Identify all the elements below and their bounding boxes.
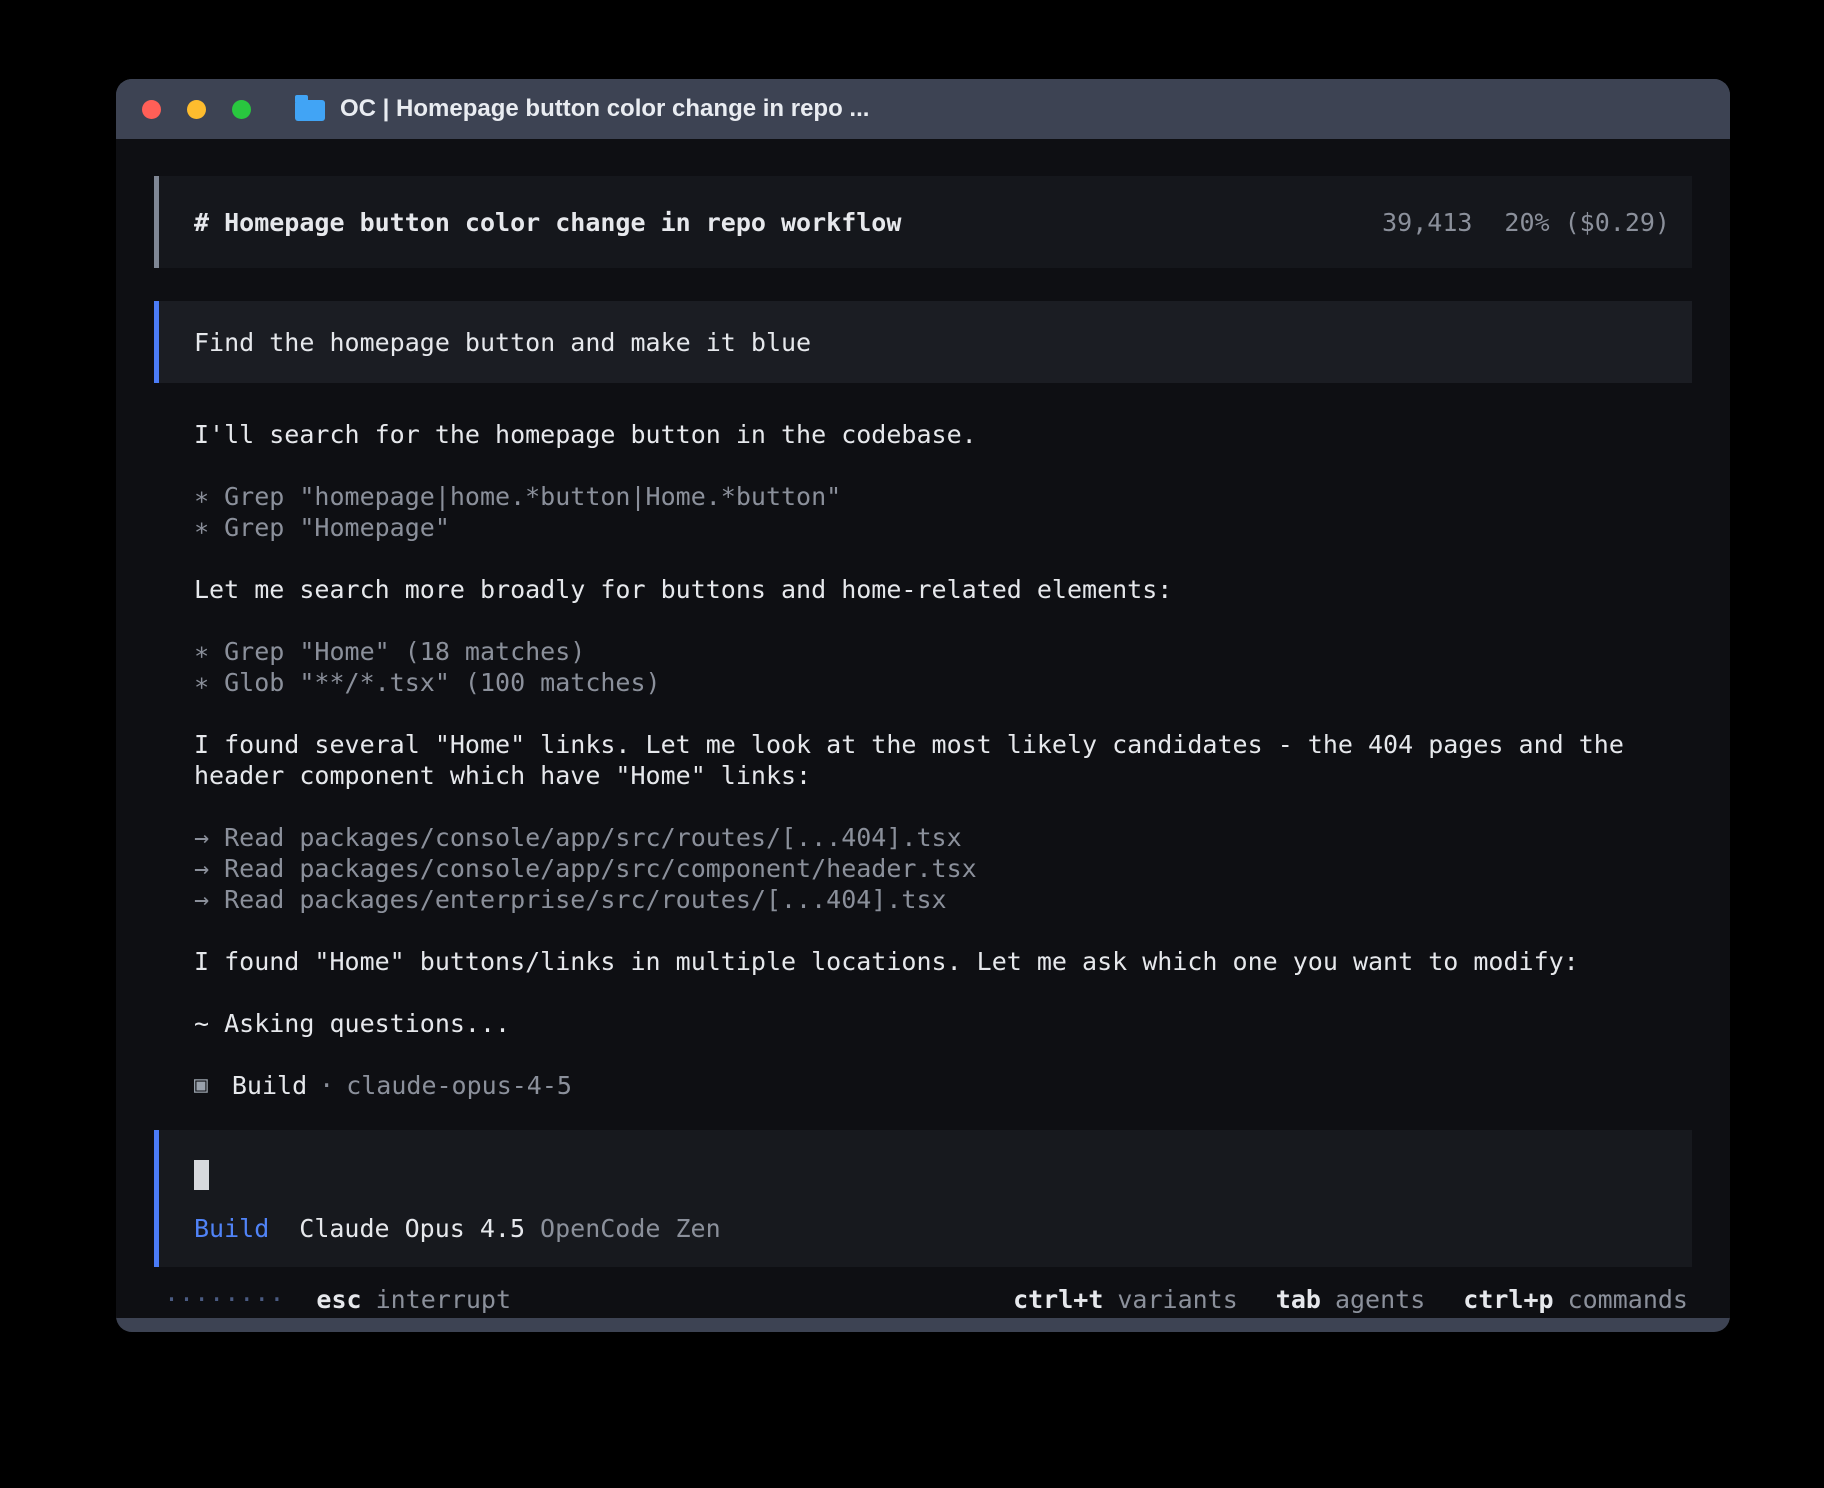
user-message: Find the homepage button and make it blu…: [154, 301, 1692, 383]
status-right: ctrl+t variants tab agents ctrl+p comman…: [1013, 1285, 1688, 1314]
status-bar: ········ esc interrupt ctrl+t variants t…: [154, 1285, 1692, 1314]
minimize-button[interactable]: [187, 100, 206, 119]
session-stats: 39,413 20% ($0.29): [1382, 208, 1670, 237]
shortcut-variants: ctrl+t variants: [1013, 1285, 1238, 1314]
text-cursor: [194, 1160, 209, 1190]
folder-icon: [295, 100, 325, 121]
shortcut-key: ctrl+p: [1463, 1285, 1553, 1314]
agent-mode-label[interactable]: Build: [194, 1214, 269, 1243]
tool-call-glob: ∗ Glob "**/*.tsx" (100 matches): [194, 667, 1652, 698]
model-name: Claude Opus 4.5: [299, 1214, 525, 1243]
tool-call-read: → Read packages/console/app/src/routes/[…: [194, 822, 1652, 853]
tool-call-read: → Read packages/console/app/src/componen…: [194, 853, 1652, 884]
blank-line: [194, 977, 1652, 1008]
assistant-text: I'll search for the homepage button in t…: [194, 419, 1652, 450]
token-count: 39,413: [1382, 208, 1472, 237]
session-header: # Homepage button color change in repo w…: [154, 176, 1692, 268]
shortcut-label: agents: [1335, 1285, 1425, 1314]
composer-info: Build Claude Opus 4.5 OpenCode Zen: [194, 1214, 1657, 1243]
terminal-window: OC | Homepage button color change in rep…: [116, 79, 1730, 1332]
blank-line: [194, 915, 1652, 946]
blank-line: [194, 543, 1652, 574]
esc-key-hint: esc: [316, 1285, 361, 1314]
shortcut-commands: ctrl+p commands: [1463, 1285, 1688, 1314]
shortcut-label: variants: [1117, 1285, 1237, 1314]
agent-model: claude-opus-4-5: [346, 1070, 572, 1101]
shortcut-key: tab: [1276, 1285, 1321, 1314]
session-title: # Homepage button color change in repo w…: [194, 208, 901, 237]
user-message-text: Find the homepage button and make it blu…: [194, 328, 811, 357]
tool-call-grep: ∗ Grep "Home" (18 matches): [194, 636, 1652, 667]
activity-status: ~ Asking questions...: [194, 1008, 1652, 1039]
close-button[interactable]: [142, 100, 161, 119]
prompt-input[interactable]: Build Claude Opus 4.5 OpenCode Zen: [154, 1130, 1692, 1267]
window-title-group: OC | Homepage button color change in rep…: [295, 95, 869, 123]
tool-call-read: → Read packages/enterprise/src/routes/[.…: [194, 884, 1652, 915]
esc-key-label: interrupt: [376, 1285, 511, 1314]
separator-dot: ·: [319, 1070, 334, 1101]
terminal-content: # Homepage button color change in repo w…: [116, 139, 1730, 1318]
assistant-transcript: I'll search for the homepage button in t…: [154, 419, 1692, 1101]
zoom-button[interactable]: [232, 100, 251, 119]
shortcut-label: commands: [1568, 1285, 1688, 1314]
shortcut-agents: tab agents: [1276, 1285, 1425, 1314]
assistant-text: I found "Home" buttons/links in multiple…: [194, 946, 1652, 977]
blank-line: [194, 698, 1652, 729]
spinner-dots: ········: [164, 1285, 284, 1314]
blank-line: [194, 605, 1652, 636]
assistant-text: Let me search more broadly for buttons a…: [194, 574, 1652, 605]
agent-icon: ▣: [194, 1070, 208, 1101]
context-usage: 20% ($0.29): [1504, 208, 1670, 237]
assistant-text: I found several "Home" links. Let me loo…: [194, 729, 1652, 791]
provider-name: OpenCode Zen: [540, 1214, 721, 1243]
blank-line: [194, 1039, 1652, 1070]
agent-name: Build: [232, 1070, 307, 1101]
status-left: ········ esc interrupt: [164, 1285, 511, 1314]
blank-line: [194, 450, 1652, 481]
traffic-lights: [142, 100, 251, 119]
tool-call-grep: ∗ Grep "Homepage": [194, 512, 1652, 543]
window-title: OC | Homepage button color change in rep…: [340, 95, 869, 123]
blank-line: [194, 791, 1652, 822]
tool-call-grep: ∗ Grep "homepage|home.*button|Home.*butt…: [194, 481, 1652, 512]
window-titlebar: OC | Homepage button color change in rep…: [116, 79, 1730, 139]
shortcut-key: ctrl+t: [1013, 1285, 1103, 1314]
agent-badge: ▣ Build · claude-opus-4-5: [194, 1070, 1652, 1101]
